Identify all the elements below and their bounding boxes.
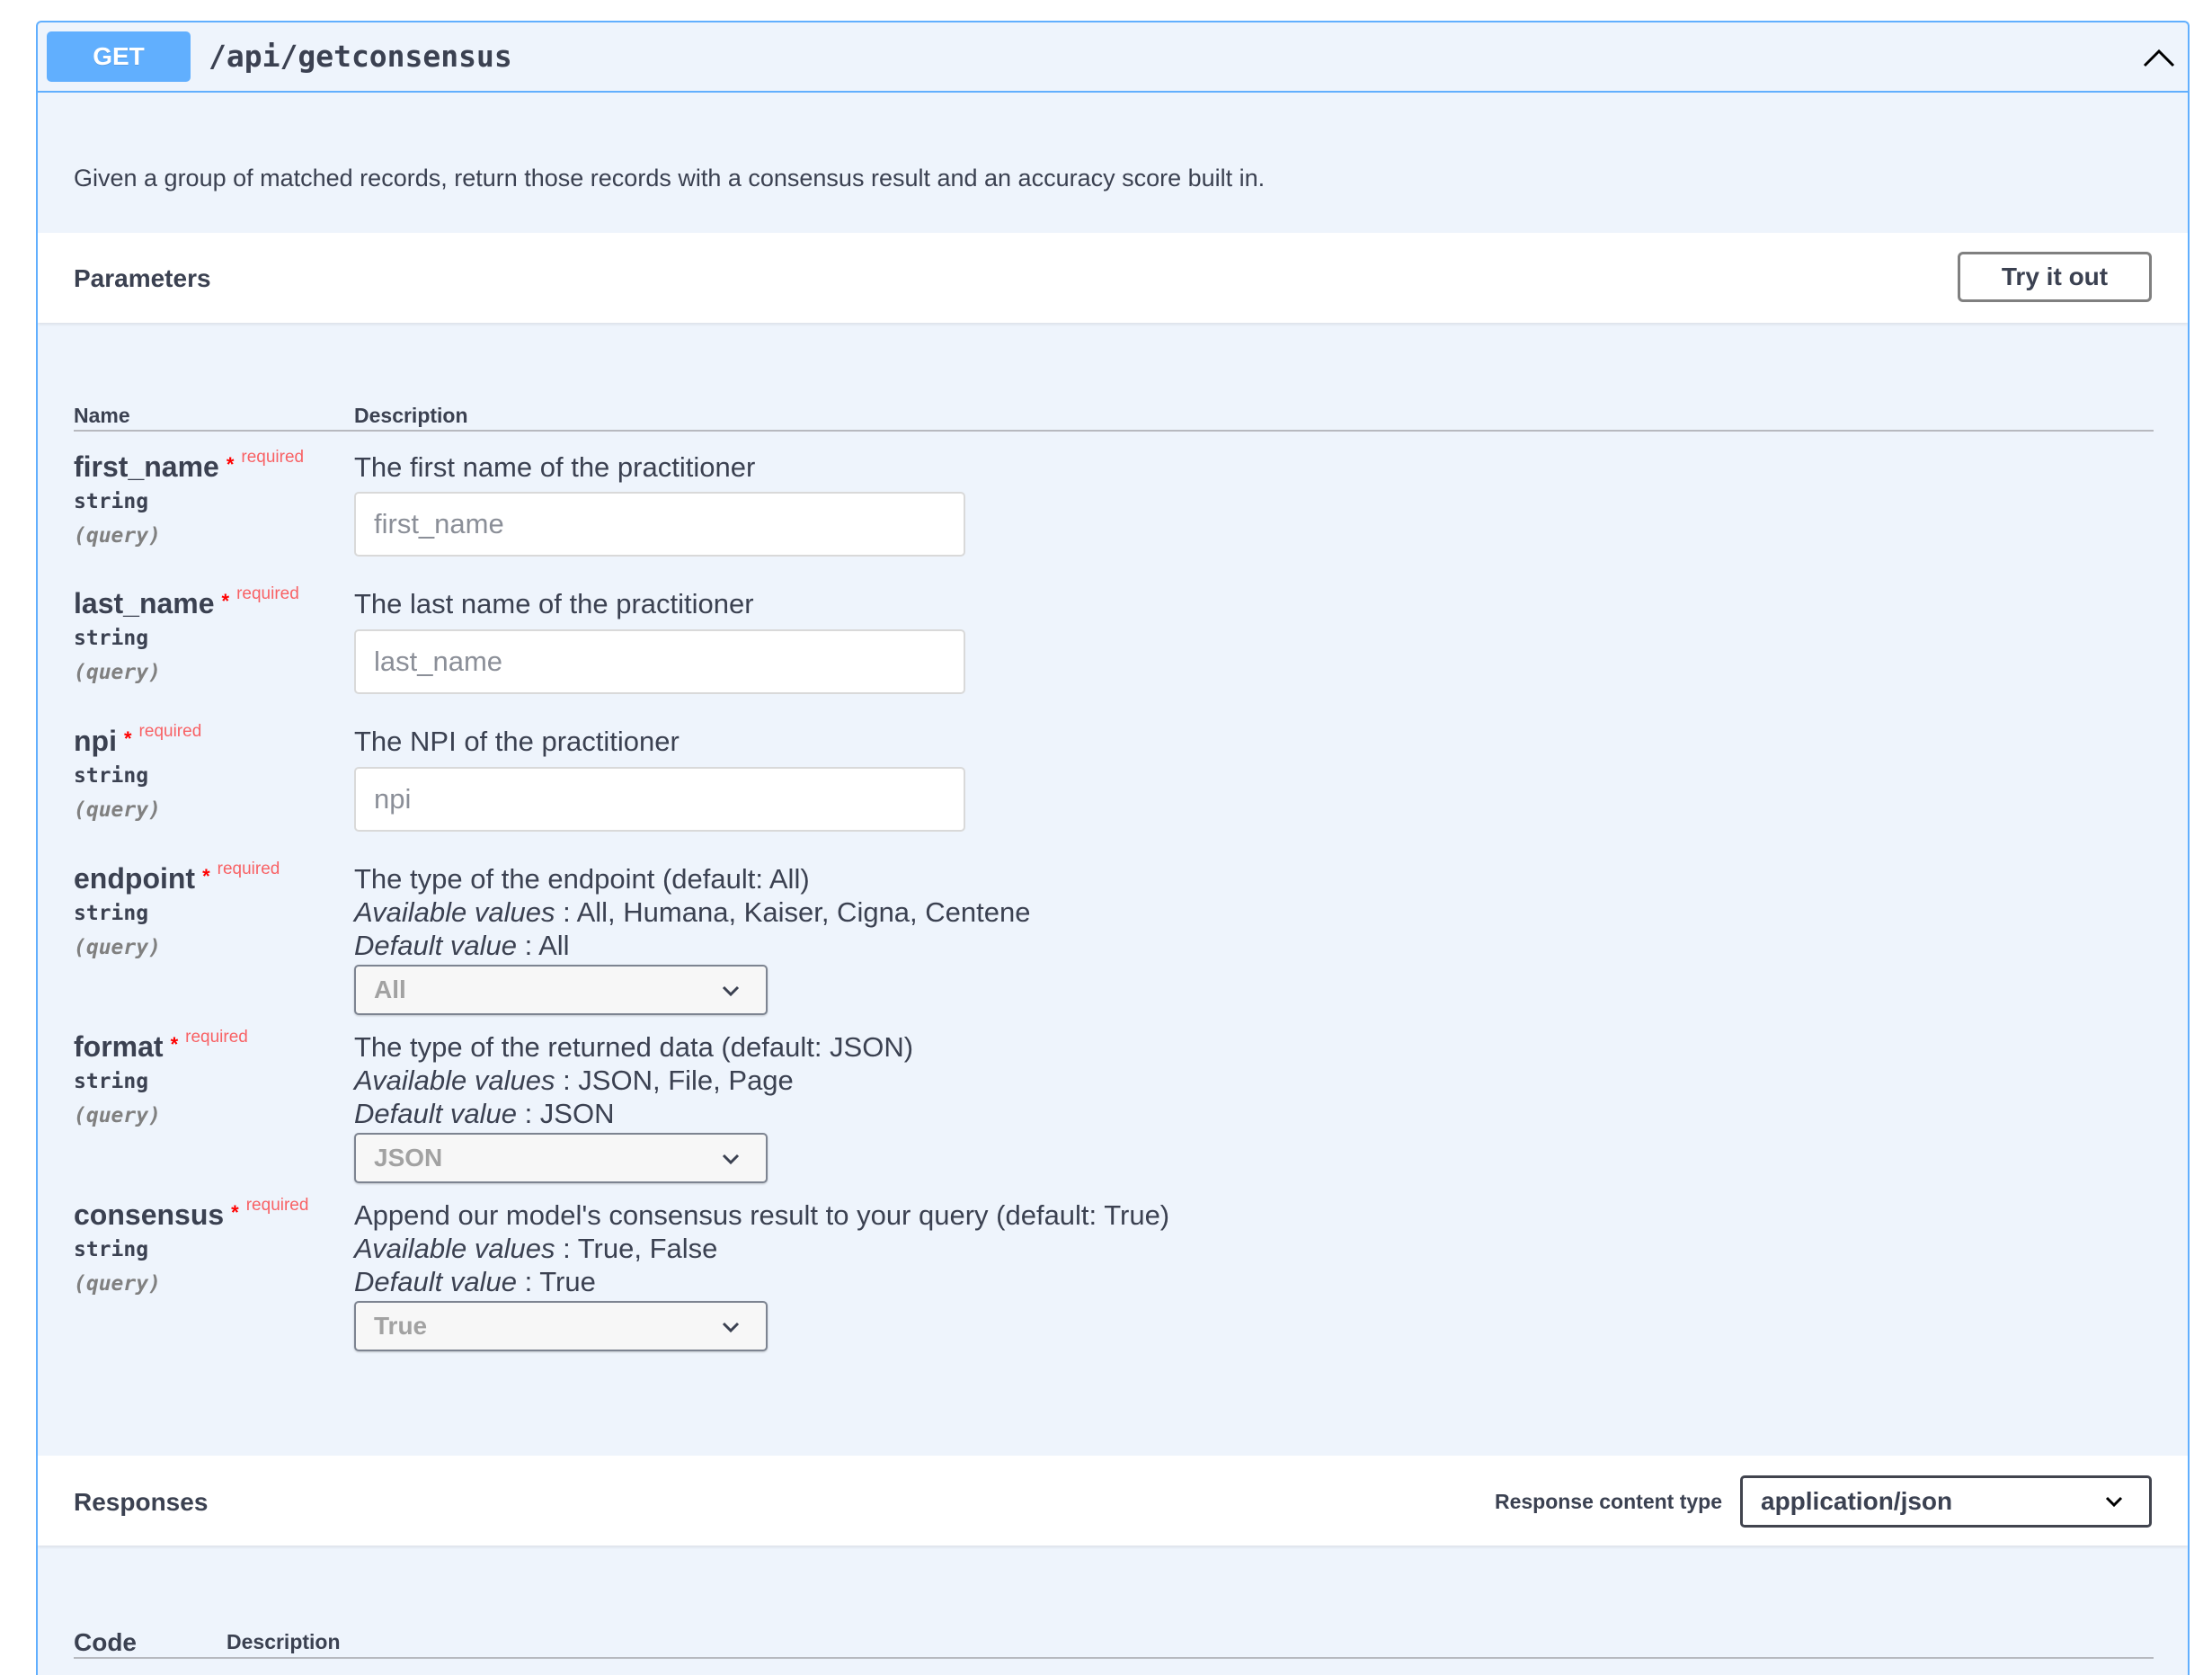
param-name-text: npi: [74, 725, 117, 757]
default-value: Default value : JSON: [354, 1097, 913, 1130]
chevron-down-icon: [722, 1154, 740, 1165]
param-name-text: first_name: [74, 450, 219, 483]
param-description: Append our model's consensus result to y…: [354, 1198, 1169, 1298]
chevron-down-icon: [2105, 1496, 2123, 1508]
available-values: Available values : JSON, File, Page: [354, 1064, 913, 1097]
required-star: *: [202, 865, 210, 887]
required-label: required: [185, 1028, 248, 1047]
parameters-header: Parameters Try it out: [38, 233, 2188, 323]
default-value: Default value : All: [354, 929, 1030, 962]
param-type: string: [74, 490, 149, 513]
default-value-label: Default value: [354, 930, 517, 961]
param-type: string: [74, 1238, 149, 1261]
chevron-down-icon: [722, 985, 740, 997]
available-values: Available values : All, Humana, Kaiser, …: [354, 895, 1030, 929]
response-content-type-select[interactable]: application/json: [1740, 1475, 2152, 1528]
param-name-text: format: [74, 1030, 164, 1063]
param-name: consensus * required: [74, 1196, 309, 1232]
available-values-label: Available values: [354, 1065, 555, 1096]
param-name: last_name * required: [74, 584, 299, 620]
responses-title: Responses: [74, 1488, 209, 1516]
select-value: All: [374, 976, 406, 1003]
available-values-list: : JSON, File, Page: [555, 1065, 794, 1096]
param-description-text: The type of the endpoint (default: All): [354, 863, 810, 895]
select-value: application/json: [1761, 1487, 1953, 1515]
available-values: Available values : True, False: [354, 1232, 1169, 1265]
param-type: string: [74, 902, 149, 925]
required-label: required: [236, 584, 299, 603]
chevron-up-icon[interactable]: [2141, 40, 2177, 76]
required-star: *: [123, 727, 132, 750]
operation-description: Given a group of matched records, return…: [74, 165, 1266, 192]
header-divider: [74, 430, 2154, 432]
default-value-label: Default value: [354, 1266, 517, 1297]
required-star: *: [231, 1201, 239, 1224]
method-badge: GET: [47, 31, 191, 82]
param-description: The type of the endpoint (default: All) …: [354, 862, 1030, 962]
required-star: *: [170, 1033, 179, 1056]
param-description: The first name of the practitioner: [354, 451, 756, 483]
operation-summary[interactable]: GET /api/getconsensus: [38, 22, 2188, 93]
npi-input[interactable]: [354, 767, 965, 832]
required-label: required: [241, 448, 305, 467]
parameters-title: Parameters: [74, 264, 211, 292]
param-name-text: consensus: [74, 1198, 225, 1231]
column-header-description: Description: [354, 404, 468, 427]
default-value-text: : JSON: [516, 1098, 615, 1129]
default-value-text: : True: [516, 1266, 596, 1297]
column-header-name: Name: [74, 404, 130, 427]
param-type: string: [74, 764, 149, 788]
param-description: The last name of the practitioner: [354, 588, 754, 619]
response-content-type-label: Response content type: [1494, 1490, 1722, 1513]
last-name-input[interactable]: [354, 629, 965, 694]
format-select[interactable]: JSON: [354, 1133, 768, 1183]
default-value-text: : All: [516, 930, 570, 961]
required-star: *: [221, 590, 230, 612]
param-name: npi * required: [74, 722, 202, 758]
param-description: The NPI of the practitioner: [354, 726, 680, 757]
param-location: (query): [74, 661, 161, 684]
responses-header-divider: [74, 1657, 2154, 1659]
param-location: (query): [74, 936, 161, 959]
param-location: (query): [74, 524, 161, 548]
column-header-response-description: Description: [227, 1630, 341, 1653]
endpoint-select[interactable]: All: [354, 965, 768, 1015]
param-type: string: [74, 1070, 149, 1093]
consensus-select[interactable]: True: [354, 1301, 768, 1351]
available-values-list: : All, Humana, Kaiser, Cigna, Centene: [555, 896, 1031, 928]
param-name: first_name * required: [74, 448, 305, 484]
param-description-text: The type of the returned data (default: …: [354, 1031, 914, 1063]
available-values-list: : True, False: [555, 1233, 718, 1264]
select-value: True: [374, 1312, 428, 1340]
try-it-out-button[interactable]: Try it out: [1958, 252, 2152, 302]
select-value: JSON: [374, 1144, 443, 1172]
param-name-text: endpoint: [74, 862, 196, 895]
required-label: required: [217, 860, 280, 878]
param-name: format * required: [74, 1028, 248, 1064]
default-value: Default value : True: [354, 1265, 1169, 1298]
available-values-label: Available values: [354, 896, 555, 928]
first-name-input[interactable]: [354, 492, 965, 557]
required-label: required: [245, 1196, 309, 1215]
required-label: required: [138, 722, 202, 741]
param-location: (query): [74, 1104, 161, 1127]
param-name-text: last_name: [74, 587, 215, 619]
param-location: (query): [74, 798, 161, 822]
responses-header: Responses Response content type applicat…: [38, 1456, 2188, 1546]
operation-block: GET /api/getconsensus Given a group of m…: [36, 21, 2190, 1675]
required-star: *: [226, 453, 235, 476]
column-header-code: Code: [74, 1628, 137, 1656]
chevron-down-icon: [722, 1322, 740, 1333]
param-description-text: Append our model's consensus result to y…: [354, 1199, 1170, 1231]
param-name: endpoint * required: [74, 860, 280, 895]
param-type: string: [74, 627, 149, 650]
param-location: (query): [74, 1272, 161, 1296]
default-value-label: Default value: [354, 1098, 517, 1129]
operation-path: /api/getconsensus: [209, 39, 512, 74]
available-values-label: Available values: [354, 1233, 555, 1264]
param-description: The type of the returned data (default: …: [354, 1030, 913, 1130]
